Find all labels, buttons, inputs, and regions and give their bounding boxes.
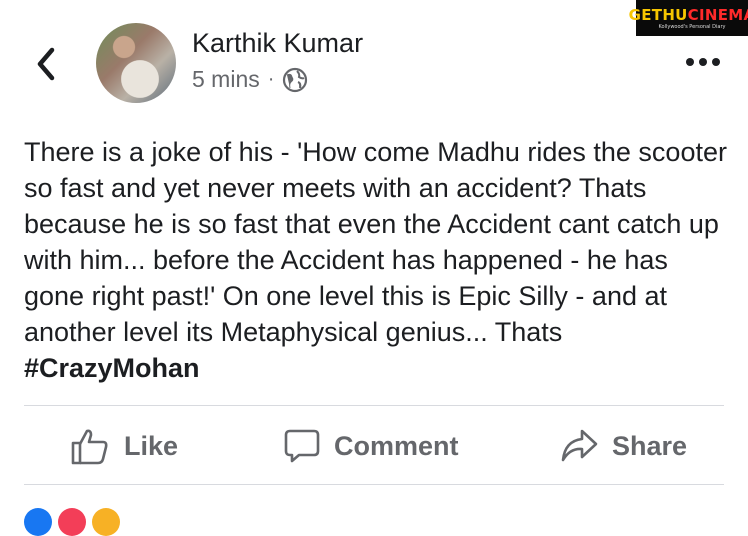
avatar[interactable] <box>96 23 176 103</box>
hashtag-link[interactable]: #CrazyMohan <box>24 353 200 383</box>
comment-label: Comment <box>334 430 459 461</box>
share-label: Share <box>612 430 688 461</box>
post-text: There is a joke of his - 'How come Madhu… <box>24 137 727 347</box>
meta-separator: · <box>267 68 275 90</box>
chevron-left-icon <box>37 47 55 81</box>
thumbs-up-icon <box>71 429 108 465</box>
action-bar: Like Comment Share <box>0 410 748 482</box>
speech-bubble-icon <box>284 429 320 463</box>
watermark-logo: GETHUCINEMA <box>628 5 748 24</box>
post-body: There is a joke of his - 'How come Madhu… <box>24 134 734 386</box>
love-reaction-icon <box>58 508 86 536</box>
share-button[interactable]: Share <box>560 410 687 482</box>
divider <box>24 405 724 406</box>
more-horizontal-icon <box>686 58 694 66</box>
post-time[interactable]: 5 mins <box>192 66 260 93</box>
watermark-tagline: Kollywood's Personal Diary <box>658 23 726 30</box>
share-arrow-icon <box>561 429 598 462</box>
globe-icon[interactable] <box>282 67 308 93</box>
author-name[interactable]: Karthik Kumar <box>192 28 363 59</box>
post-meta: 5 mins · <box>192 66 308 93</box>
back-button[interactable] <box>30 44 62 84</box>
like-button[interactable]: Like <box>70 410 178 482</box>
like-reaction-icon <box>24 508 52 536</box>
divider <box>24 484 724 485</box>
reaction-icons[interactable] <box>24 508 120 536</box>
gethucinema-watermark: GETHUCINEMA Kollywood's Personal Diary <box>629 0 748 36</box>
comment-button[interactable]: Comment <box>284 410 459 482</box>
like-label: Like <box>124 430 179 461</box>
haha-reaction-icon <box>92 508 120 536</box>
more-options-button[interactable] <box>686 58 720 66</box>
